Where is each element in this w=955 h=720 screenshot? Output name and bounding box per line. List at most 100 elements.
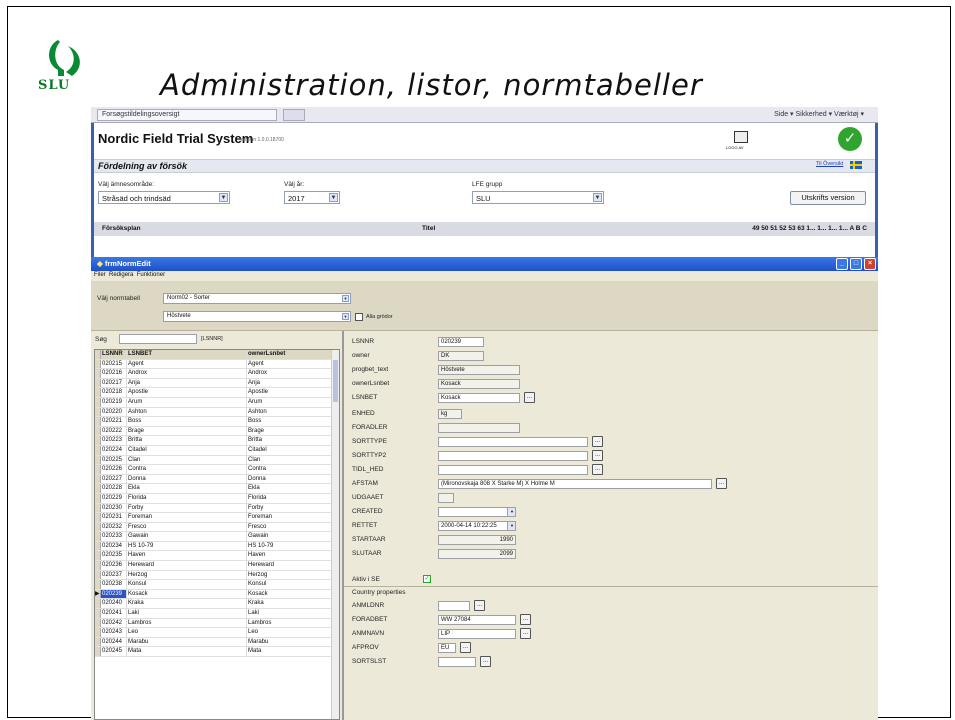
- group-select[interactable]: SLU ▼: [472, 191, 604, 204]
- field-tidl_hed[interactable]: [438, 465, 588, 475]
- menu-filer[interactable]: Filer: [94, 272, 106, 278]
- table-row[interactable]: 020219 Arum Arum: [95, 397, 339, 408]
- table-row[interactable]: 020221 Boss Boss: [95, 417, 339, 427]
- area-value: Stråsäd och trindsäd: [102, 194, 171, 203]
- cell-ownerlsnbet: Leo: [248, 629, 259, 636]
- field-afprov[interactable]: EU: [438, 643, 456, 653]
- field-lsnbet[interactable]: Kosack: [438, 393, 520, 403]
- cell-lsnnr: 020221: [101, 417, 127, 426]
- field-enhed[interactable]: kg: [438, 409, 462, 419]
- table-row[interactable]: 020232 Fresco Fresco: [95, 522, 339, 533]
- aktiv-checkbox[interactable]: ✓: [423, 575, 431, 583]
- table-row[interactable]: 020225 Clan Clan: [95, 455, 339, 466]
- table-row[interactable]: 020227 Donna Donna: [95, 474, 339, 485]
- field-sorttyp2[interactable]: [438, 451, 588, 461]
- lookup-button-anmldnr[interactable]: ...: [474, 600, 485, 611]
- table-row[interactable]: 020229 Florida Florida: [95, 493, 339, 504]
- minimize-icon[interactable]: _: [836, 258, 848, 270]
- table-row[interactable]: 020216 Androx Androx: [95, 369, 339, 379]
- lookup-button-afprov[interactable]: ...: [460, 642, 471, 653]
- field-rettet[interactable]: 2000-04-14 10:22:25: [438, 521, 516, 531]
- table-row[interactable]: 020243 Leo Leo: [95, 628, 339, 638]
- table-row[interactable]: 020217 Anja Anja: [95, 378, 339, 389]
- table-row[interactable]: 020241 Laki Laki: [95, 609, 339, 619]
- scroll-thumb[interactable]: [333, 360, 338, 402]
- chevron-down-icon[interactable]: ▼: [507, 507, 516, 517]
- table-row[interactable]: 020237 Herzog Herzog: [95, 570, 339, 581]
- field-foradler[interactable]: [438, 423, 520, 433]
- table-row[interactable]: 020228 Ekla Ekla: [95, 484, 339, 494]
- table-row[interactable]: 020242 Lambros Lambros: [95, 618, 339, 629]
- table-row[interactable]: 020234 HS 10-79 HS 10-79: [95, 541, 339, 552]
- table-select[interactable]: Norm02 - Sorter ▼: [163, 293, 351, 304]
- cell-ownerlsnbet: Clan: [248, 456, 261, 463]
- search-input[interactable]: [119, 334, 197, 344]
- table-row[interactable]: 020238 Konsul Konsul: [95, 580, 339, 590]
- browser-tools[interactable]: Side ▾ Sikkerhed ▾ Værktøj ▾: [774, 110, 864, 118]
- table-row[interactable]: 020223 Britta Britta: [95, 436, 339, 446]
- field-udgaaet[interactable]: [438, 493, 454, 503]
- table-row[interactable]: 020222 Brage Brage: [95, 426, 339, 437]
- table-row[interactable]: 020224 Citadel Citadel: [95, 445, 339, 456]
- field-sortslst[interactable]: [438, 657, 476, 667]
- table-row[interactable]: 020233 Gawain Gawain: [95, 532, 339, 542]
- maximize-icon[interactable]: □: [850, 258, 862, 270]
- lookup-button-tidl_hed[interactable]: ...: [592, 464, 603, 475]
- grid-scrollbar[interactable]: [331, 350, 339, 719]
- lookup-button-sorttype[interactable]: ...: [592, 436, 603, 447]
- table-chooser: Välj normtabell Norm02 - Sorter ▼ Höstvet…: [91, 281, 878, 331]
- table-row[interactable]: 020244 Marabu Marabu: [95, 637, 339, 648]
- field-anmnavn[interactable]: LIP: [438, 629, 516, 639]
- col-lsnbet[interactable]: LSNBET: [127, 350, 247, 359]
- table-row[interactable]: 020236 Hereward Hereward: [95, 561, 339, 571]
- table-row[interactable]: 020226 Contra Contra: [95, 465, 339, 475]
- close-icon[interactable]: ×: [864, 258, 876, 270]
- chevron-down-icon[interactable]: ▼: [507, 521, 516, 531]
- field-created[interactable]: [438, 507, 516, 517]
- cell-lsnnr: 020223: [101, 436, 127, 445]
- logout-icon[interactable]: [734, 131, 748, 143]
- cell-lsnbet: Herzog: [127, 570, 247, 580]
- table-row[interactable]: 020230 Forby Forby: [95, 503, 339, 514]
- field-slutaar[interactable]: 2099: [438, 549, 516, 559]
- new-tab-button[interactable]: [283, 109, 305, 121]
- table-row[interactable]: ▶ 020239 Kosack Kosack: [95, 589, 339, 600]
- overview-link[interactable]: Til Översikt: [816, 161, 843, 167]
- table-row[interactable]: 020220 Ashton Ashton: [95, 407, 339, 418]
- area-select[interactable]: Stråsäd och trindsäd ▼: [98, 191, 230, 204]
- table-row[interactable]: 020218 Apostle Apostle: [95, 388, 339, 398]
- field-afstam[interactable]: (Mironovskaja 808 X Starke M) X Holme M: [438, 479, 712, 489]
- table-row[interactable]: 020215 Agent Agent: [95, 359, 339, 370]
- lookup-button-lsnbet[interactable]: ...: [524, 392, 535, 403]
- year-select[interactable]: 2017 ▼: [284, 191, 340, 204]
- field-sorttype[interactable]: [438, 437, 588, 447]
- lookup-button-sortslst[interactable]: ...: [480, 656, 491, 667]
- variety-grid: LSNNR LSNBET ownerLsnbet 020215 Agent Agen…: [94, 349, 340, 720]
- table-row[interactable]: 020245 Mata Mata: [95, 647, 339, 657]
- flag-icon[interactable]: [850, 161, 862, 169]
- lookup-button-afstam[interactable]: ...: [716, 478, 727, 489]
- browser-tab[interactable]: Forsøgstildelingsoversigt: [97, 109, 277, 121]
- col-lsnnr[interactable]: LSNNR: [101, 350, 127, 359]
- field-lsnnr[interactable]: 020239: [438, 337, 484, 347]
- lookup-button-sorttyp2[interactable]: ...: [592, 450, 603, 461]
- field-foradbet[interactable]: WW 27084: [438, 615, 516, 625]
- table-row[interactable]: 020231 Foreman Foreman: [95, 513, 339, 523]
- table-row[interactable]: 020240 Kraka Kraka: [95, 599, 339, 610]
- field-anmldnr[interactable]: [438, 601, 470, 611]
- table-row[interactable]: 020235 Haven Haven: [95, 551, 339, 562]
- all-crops-checkbox[interactable]: [355, 313, 363, 321]
- crop-select[interactable]: Höstvete ▼: [163, 311, 351, 322]
- field-label-rettet: RETTET: [352, 522, 378, 529]
- col-ownerlsnbet[interactable]: ownerLsnbet: [247, 350, 339, 359]
- menu-redigera[interactable]: Redigera: [109, 272, 133, 278]
- print-version-button[interactable]: Utskrifts version: [790, 191, 866, 205]
- menu-funktioner[interactable]: Funktioner: [137, 272, 165, 278]
- field-ownerlsnbet[interactable]: Kosack: [438, 379, 520, 389]
- logout-label[interactable]: LOGG AV: [726, 145, 744, 150]
- field-startaar[interactable]: 1990: [438, 535, 516, 545]
- lookup-button-anmnavn[interactable]: ...: [520, 628, 531, 639]
- field-owner[interactable]: DK: [438, 351, 484, 361]
- lookup-button-foradbet[interactable]: ...: [520, 614, 531, 625]
- field-progbet_text[interactable]: Höstvete: [438, 365, 520, 375]
